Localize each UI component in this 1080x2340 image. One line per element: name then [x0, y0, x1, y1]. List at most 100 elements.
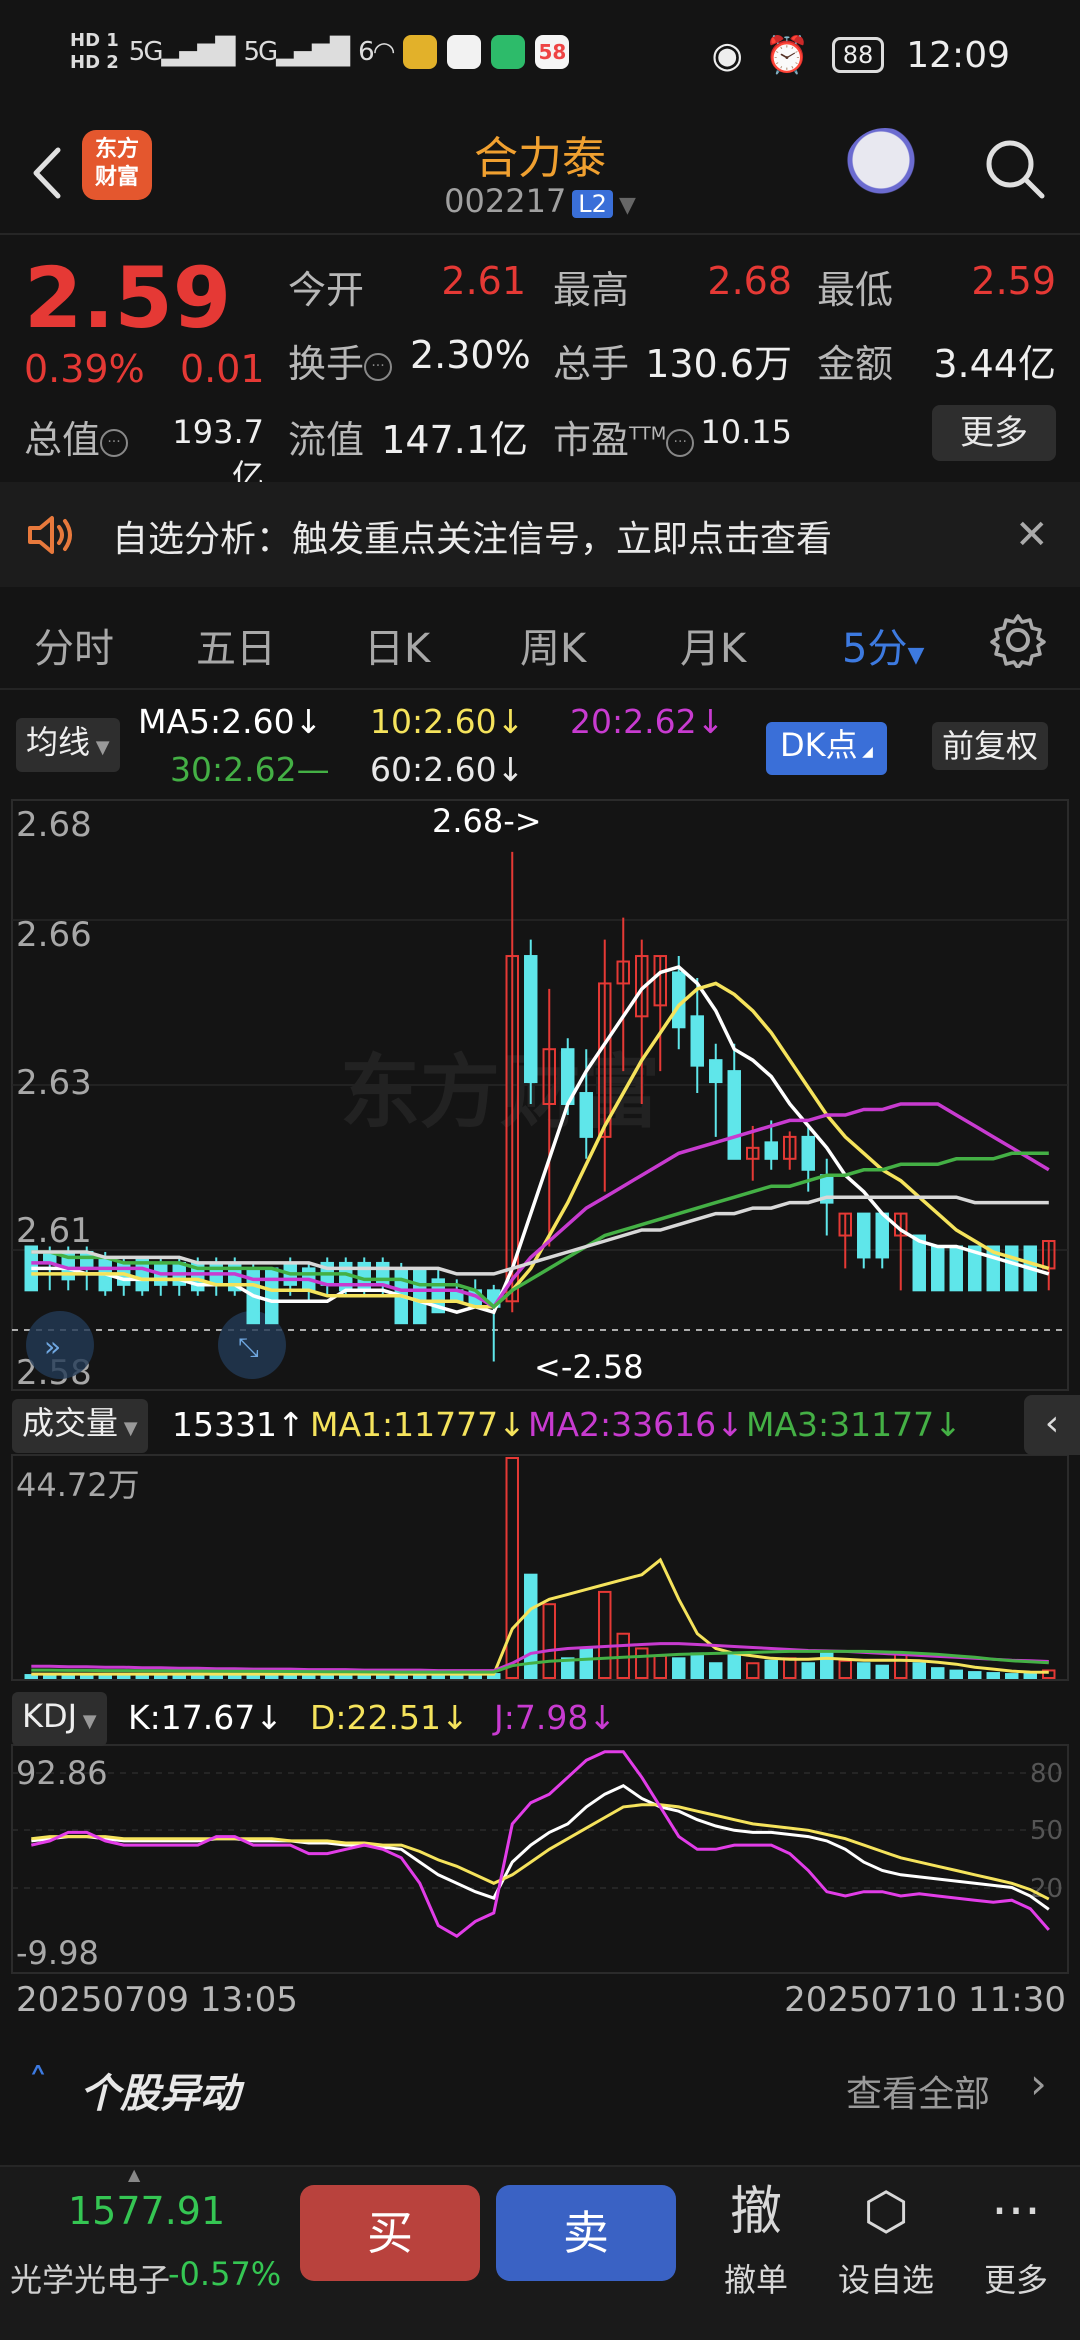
- volume-bar: [598, 1590, 612, 1680]
- volume-bar: [838, 1659, 852, 1679]
- candle-body: [857, 1212, 871, 1259]
- info-icon[interactable]: ···: [364, 352, 393, 381]
- cancel-order-icon: 撤: [729, 2182, 782, 2242]
- volume-label: 总手: [553, 342, 630, 386]
- tab-intraday[interactable]: 分时: [34, 616, 114, 674]
- dk-point-button[interactable]: DK点 ◢: [766, 722, 887, 775]
- sell-button[interactable]: 卖: [496, 2185, 676, 2281]
- candle-body: [931, 1245, 945, 1292]
- kdj-legend-row: KDJ ▼ K:17.67↓ D:22.51↓ J:7.98↓: [0, 1688, 1080, 1748]
- net2-label: 5G: [243, 37, 278, 67]
- volume-bar: [690, 1652, 704, 1679]
- float-cap-value: 147.1亿: [381, 418, 528, 462]
- info-icon[interactable]: ···: [100, 428, 129, 457]
- kdj-right-tick: 50: [1030, 1816, 1063, 1846]
- y-tick-label: 2.61: [16, 1211, 92, 1251]
- volume-value: 15331↑: [172, 1405, 305, 1444]
- chevron-left-icon[interactable]: ‹: [1024, 1395, 1080, 1455]
- kdj-line-j: [30, 1750, 1050, 1939]
- ma10-label: 10:2.60↓: [370, 702, 525, 741]
- view-all-link[interactable]: 查看全部: [846, 2065, 990, 2117]
- low-value: 2.59: [971, 259, 1056, 303]
- open-value: 2.61: [441, 259, 526, 303]
- status-right: ◉ ⏰ 88 12:09: [711, 34, 1010, 77]
- volume-bar: [172, 1674, 186, 1680]
- volume-selector[interactable]: 成交量 ▼: [12, 1399, 148, 1453]
- speaker-icon: [28, 516, 72, 554]
- open-label: 今开: [288, 268, 365, 312]
- volume-bar: [949, 1669, 963, 1679]
- sector-change[interactable]: -0.57%: [168, 2255, 281, 2293]
- more-actions-button[interactable]: ··· 更多: [956, 2177, 1076, 2301]
- volume-bar: [135, 1674, 149, 1680]
- y-tick-label: 2.68: [16, 805, 92, 845]
- robot-assistant-icon[interactable]: [845, 128, 925, 208]
- chevron-up-icon[interactable]: ˄: [28, 2061, 48, 2107]
- kline-chart[interactable]: 东方财富 2.68 2.66 2.63 2.61 2.58 2.68-> <-2…: [0, 796, 1080, 1976]
- info-icon[interactable]: ···: [666, 428, 695, 457]
- adjust-button[interactable]: 前复权: [932, 722, 1049, 770]
- add-watchlist-button[interactable]: ⬡ 设自选: [826, 2177, 946, 2301]
- high-marker: 2.68->: [432, 802, 542, 840]
- buy-button[interactable]: 买: [300, 2185, 480, 2281]
- indicator-selector[interactable]: KDJ ▼: [12, 1692, 107, 1746]
- volume-bar: [672, 1657, 686, 1680]
- volume-bar: [931, 1667, 945, 1680]
- tab-five-day[interactable]: 五日: [196, 616, 276, 674]
- sector-index-value[interactable]: 1577.91: [68, 2189, 225, 2233]
- volume-ma-line-ma1: [31, 1557, 1049, 1676]
- candle-body: [413, 1267, 427, 1325]
- pe-label-text: 市盈: [553, 418, 630, 462]
- battery-icon: 88: [831, 37, 885, 73]
- corner-icon: ◢: [857, 744, 873, 760]
- hexagon-icon: ⬡: [863, 2182, 909, 2242]
- shield-notification-icon: [491, 35, 526, 69]
- volume-ma2: MA2:33616↓: [528, 1405, 744, 1444]
- alarm-icon: ⏰: [764, 35, 810, 76]
- chevron-down-icon: ▼: [77, 1711, 97, 1732]
- search-icon[interactable]: [980, 134, 1050, 204]
- tab-weekly-k[interactable]: 周K: [520, 616, 586, 674]
- candle-body: [764, 1141, 778, 1160]
- hd-indicators: HD 1 HD 2: [70, 30, 119, 74]
- analysis-banner[interactable]: 自选分析：触发重点关注信号，立即点击查看 ✕: [0, 482, 1080, 587]
- kdj-k-value: K:17.67↓: [128, 1698, 283, 1737]
- volume-bar: [302, 1674, 316, 1680]
- more-button[interactable]: 更多: [932, 405, 1056, 461]
- volume-bar: [209, 1674, 223, 1680]
- volume-bar: [61, 1674, 75, 1680]
- kdj-y-tick: 92.86: [16, 1754, 108, 1792]
- tab-monthly-k[interactable]: 月K: [680, 616, 746, 674]
- volume-bar: [80, 1674, 94, 1680]
- sector-name[interactable]: 光学光电子: [10, 2255, 170, 2301]
- volume-legend-row: 成交量 ▼ 15331↑ MA1:11777↓ MA2:33616↓ MA3:3…: [0, 1395, 1080, 1455]
- ma-selector[interactable]: 均线 ▼: [16, 718, 120, 772]
- candle-body: [875, 1212, 889, 1259]
- volume-bar: [857, 1662, 871, 1679]
- float-cap-label: 流值: [288, 418, 365, 462]
- change-percent: 0.39%: [24, 347, 145, 391]
- stock-header: 东方 财富 合力泰 002217 L2 ▼: [0, 120, 1080, 235]
- tab-5min[interactable]: 5分▼: [842, 616, 924, 674]
- volume-ma-line-ma2: [31, 1642, 1049, 1673]
- bottom-action-bar: ▲ 1577.91 光学光电子 -0.57% 买 卖 撤 撤单 ⬡ 设自选 ··…: [0, 2165, 1080, 2340]
- period-tabs: 分时 五日 日K 周K 月K 5分▼: [0, 590, 1080, 690]
- volume-bar: [635, 1647, 649, 1680]
- candle-body: [727, 1070, 741, 1160]
- volume-bar: [1005, 1673, 1019, 1680]
- watermark: 东方财富: [340, 1046, 660, 1139]
- tab-daily-k[interactable]: 日K: [364, 616, 430, 674]
- stock-events-section[interactable]: ˄ 个股异动 查看全部 ›: [0, 2055, 1080, 2125]
- close-icon[interactable]: ✕: [1015, 512, 1049, 558]
- chevron-right-icon[interactable]: ›: [1030, 2059, 1047, 2108]
- kdj-line-d: [31, 1803, 1050, 1901]
- indicator-selector-label: KDJ: [22, 1697, 78, 1735]
- caret-up-icon[interactable]: ▲: [128, 2165, 140, 2184]
- volume-bar: [912, 1662, 926, 1679]
- cancel-order-button[interactable]: 撤 撤单: [696, 2177, 816, 2301]
- volume-bar: [986, 1672, 1000, 1679]
- turnover-label: 换手 ···: [288, 333, 393, 388]
- volume-y-tick: 44.72万: [16, 1466, 140, 1504]
- volume-bar: [43, 1674, 57, 1680]
- gear-icon[interactable]: [990, 612, 1046, 668]
